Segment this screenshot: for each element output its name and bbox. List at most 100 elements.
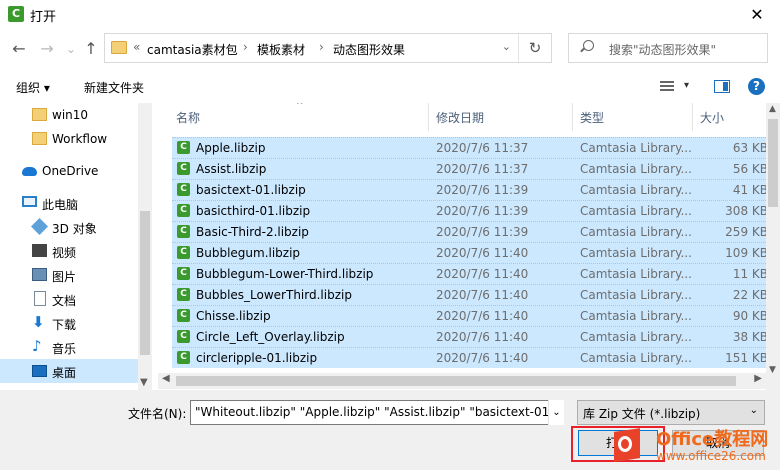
up-arrow-icon[interactable]: ↑ xyxy=(80,38,102,60)
navigation-pane: win10 Workflow OneDrive 此电脑 3D 对象 视频 图片 xyxy=(0,103,152,390)
search-placeholder: 搜索"动态图形效果" xyxy=(609,43,717,57)
column-divider[interactable] xyxy=(692,103,693,131)
sidebar-item-desktop[interactable]: 桌面 xyxy=(0,359,138,383)
breadcrumb-separator[interactable]: › xyxy=(319,40,324,54)
scroll-down-icon[interactable]: ▼ xyxy=(769,365,776,375)
table-row[interactable]: C Bubbles_LowerThird.libzip 2020/7/6 11:40… xyxy=(172,284,766,305)
sidebar-item-documents[interactable]: 文档 xyxy=(0,287,138,311)
search-input[interactable]: 搜索"动态图形效果" xyxy=(568,33,768,63)
file-name: basictext-01.libzip xyxy=(196,183,306,197)
camtasia-app-icon: C xyxy=(8,6,24,22)
column-divider[interactable] xyxy=(572,103,573,131)
nav-pane-scrollbar[interactable]: ▼ xyxy=(138,103,152,390)
camtasia-library-file-icon: C xyxy=(177,246,190,259)
view-options-icon[interactable] xyxy=(660,81,674,93)
sidebar-item-onedrive[interactable]: OneDrive xyxy=(0,159,138,183)
scroll-up-icon[interactable]: ▲ xyxy=(769,104,776,114)
scroll-right-icon[interactable]: ▶ xyxy=(754,373,762,384)
scroll-down-icon[interactable]: ▼ xyxy=(140,377,148,388)
table-row[interactable]: C Bubblegum.libzip 2020/7/6 11:40 Camtasia … xyxy=(172,242,766,263)
scrollbar-thumb[interactable] xyxy=(176,376,736,386)
sidebar-item-label: 图片 xyxy=(52,270,77,284)
file-size: 151 KB xyxy=(725,351,766,365)
file-list-vertical-scrollbar[interactable]: ▲ ▼ xyxy=(766,103,780,390)
breadcrumb-separator[interactable]: › xyxy=(243,40,248,54)
table-row[interactable]: C Assist.libzip 2020/7/6 11:37 Camtasia Lib… xyxy=(172,158,766,179)
file-date: 2020/7/6 11:37 xyxy=(436,141,529,155)
table-row[interactable]: C Chisse.libzip 2020/7/6 11:40 Camtasia Lib… xyxy=(172,305,766,326)
sidebar-item-label: 下载 xyxy=(52,318,77,332)
breadcrumb-item[interactable]: 动态图形效果 xyxy=(333,41,405,58)
sidebar-item-3d-objects[interactable]: 3D 对象 xyxy=(0,215,138,239)
file-date: 2020/7/6 11:39 xyxy=(436,183,529,197)
table-row[interactable]: C Circle_Left_Overlay.libzip 2020/7/6 11:4… xyxy=(172,326,766,347)
close-button[interactable]: ✕ xyxy=(734,0,780,30)
address-dropdown-icon[interactable]: ⌄ xyxy=(502,40,511,53)
view-dropdown-icon[interactable]: ▾ xyxy=(684,80,689,91)
file-type: Camtasia Library... xyxy=(580,330,692,344)
table-row[interactable]: Ccircleripple-01.libzip 2020/7/6 11:40 Cam… xyxy=(172,347,766,368)
forward-arrow-icon[interactable]: → xyxy=(36,38,58,60)
pictures-icon xyxy=(32,268,47,281)
file-name: Bubbles_LowerThird.libzip xyxy=(196,288,352,302)
preview-pane-icon[interactable] xyxy=(714,80,730,93)
column-header-date[interactable]: 修改日期 xyxy=(436,109,484,126)
table-row[interactable]: Cbasictext-01.libzip 2020/7/6 11:39 Camtas… xyxy=(172,179,766,200)
new-folder-button[interactable]: 新建文件夹 xyxy=(84,79,144,96)
sort-ascending-icon: ^ xyxy=(296,103,304,111)
sidebar-item-music[interactable]: ♪ 音乐 xyxy=(0,335,138,359)
breadcrumb-overflow[interactable]: « xyxy=(133,40,140,54)
sidebar-item-this-pc[interactable]: 此电脑 xyxy=(0,191,138,215)
scrollbar-thumb[interactable] xyxy=(768,119,778,207)
column-divider[interactable] xyxy=(428,103,429,131)
file-size: 11 KB xyxy=(732,267,766,281)
folder-icon xyxy=(32,108,47,121)
scrollbar-thumb[interactable] xyxy=(140,211,150,355)
file-list-horizontal-scrollbar[interactable]: ◀ ▶ xyxy=(158,373,766,389)
recent-locations-chevron-icon[interactable]: ⌄ xyxy=(60,38,82,60)
cloud-icon xyxy=(22,167,37,176)
camtasia-library-file-icon: C xyxy=(177,225,190,238)
watermark-brand: Office教程网 xyxy=(656,429,769,450)
file-name: circleripple-01.libzip xyxy=(196,351,318,365)
table-row[interactable]: C Bubblegum-Lower-Third.libzip 2020/7/6 11… xyxy=(172,263,766,284)
column-header-type[interactable]: 类型 xyxy=(580,109,604,126)
breadcrumb-item[interactable]: 模板素材 xyxy=(257,41,305,58)
table-row[interactable]: C Basic-Third-2.libzip 2020/7/6 11:39 Camta… xyxy=(172,221,766,242)
documents-icon xyxy=(34,291,46,306)
sidebar-item-label: 此电脑 xyxy=(42,198,79,212)
file-type: Camtasia Library... xyxy=(580,309,692,323)
filename-input[interactable]: "Whiteout.libzip" "Apple.libzip" "Assist… xyxy=(190,400,564,425)
back-arrow-icon[interactable]: ← xyxy=(8,38,30,60)
address-bar[interactable]: « camtasia素材包 › 模板素材 › 动态图形效果 ⌄ ↻ xyxy=(104,33,552,63)
camtasia-library-file-icon: C xyxy=(177,288,190,301)
file-size: 308 KB xyxy=(725,204,766,218)
camtasia-library-file-icon: C xyxy=(177,330,190,343)
sidebar-item-label: 视频 xyxy=(52,246,77,260)
table-row[interactable]: Cbasicthird-01.libzip 2020/7/6 11:39 Camta… xyxy=(172,200,766,221)
sidebar-item-workflow[interactable]: Workflow xyxy=(0,127,138,151)
refresh-icon[interactable]: ↻ xyxy=(518,34,551,62)
sidebar-item-downloads[interactable]: ⬇ 下载 xyxy=(0,311,138,335)
sidebar-item-win10[interactable]: win10 xyxy=(0,103,138,127)
camtasia-library-file-icon: C xyxy=(177,183,190,196)
file-type: Camtasia Library... xyxy=(580,288,692,302)
sidebar-item-pictures[interactable]: 图片 xyxy=(0,263,138,287)
scroll-left-icon[interactable]: ◀ xyxy=(162,373,170,384)
help-icon[interactable]: ? xyxy=(748,78,765,95)
column-header-size[interactable]: 大小 xyxy=(700,109,724,126)
table-row[interactable]: C Apple.libzip 2020/7/6 11:37 Camtasia Libr… xyxy=(172,137,766,158)
sidebar-item-label: 文档 xyxy=(52,294,77,308)
camtasia-library-file-icon: C xyxy=(177,267,190,280)
sidebar-item-label: 音乐 xyxy=(52,342,77,356)
breadcrumb-item[interactable]: camtasia素材包 xyxy=(147,41,238,58)
filename-label: 文件名(N): xyxy=(128,407,187,421)
file-type: Camtasia Library... xyxy=(580,246,692,260)
sidebar-item-videos[interactable]: 视频 xyxy=(0,239,138,263)
file-size: 63 KB xyxy=(732,141,766,155)
column-header-name[interactable]: 名称 xyxy=(176,109,200,126)
filename-history-dropdown-icon[interactable]: ⌄ xyxy=(548,400,564,425)
organize-button[interactable]: 组织 ▾ xyxy=(16,79,50,96)
file-type: Camtasia Library... xyxy=(580,351,692,365)
file-list: 名称 ^ 修改日期 类型 大小 C Apple.libzip 2020/7/6 11… xyxy=(158,103,766,390)
